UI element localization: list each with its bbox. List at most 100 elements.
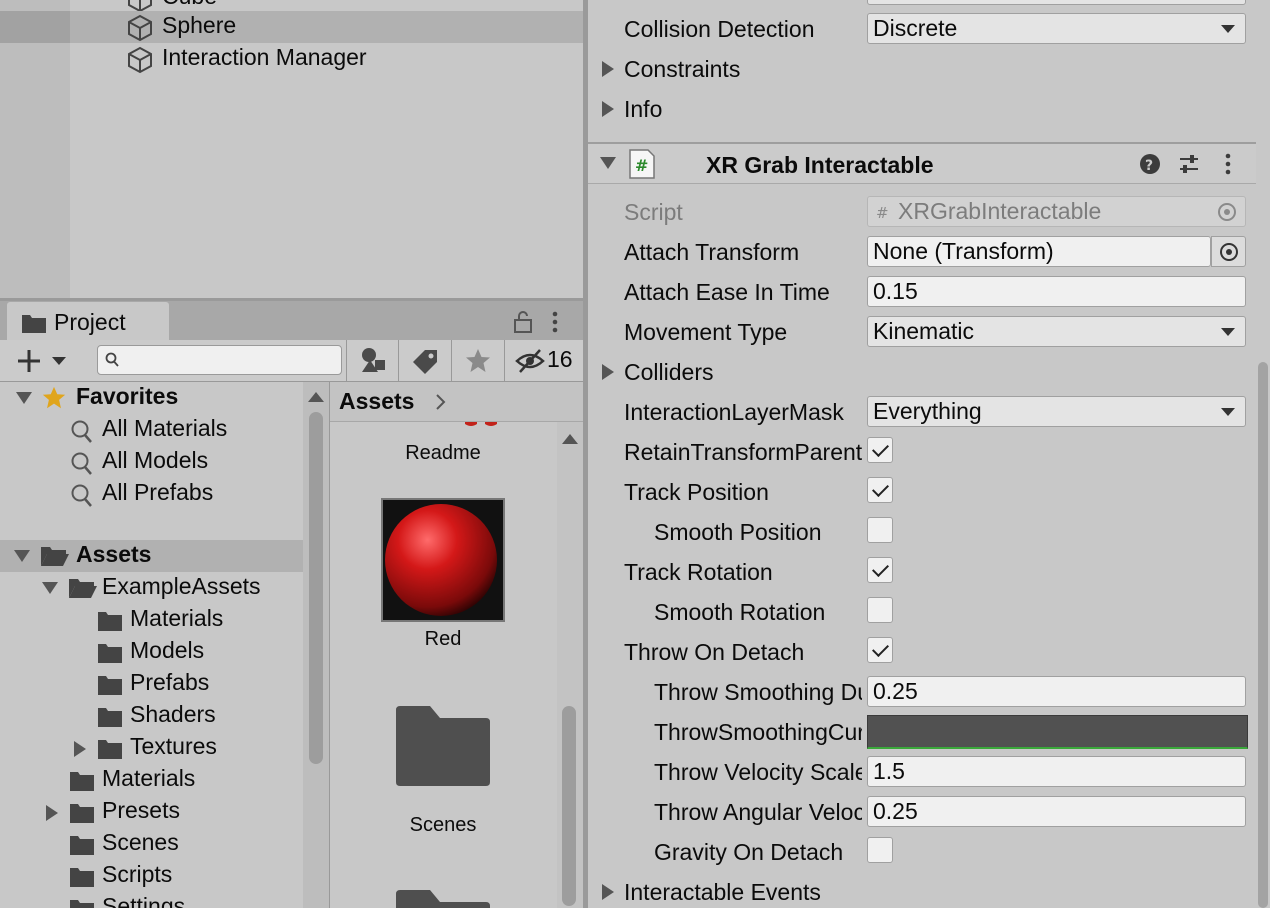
tab-project[interactable]: Project	[7, 302, 169, 342]
colliders-foldout[interactable]: Colliders	[588, 351, 1256, 391]
tree-folder[interactable]: Materials	[0, 764, 303, 796]
foldout-collapsed-icon[interactable]	[74, 741, 86, 757]
tree-scroll-thumb[interactable]	[309, 412, 323, 764]
property-label: Collision Detection	[624, 16, 815, 42]
throw-smoothing-duration-field[interactable]: 0.25	[867, 676, 1246, 707]
property-label: Throw Velocity Scale	[654, 759, 862, 785]
asset-item-red[interactable]	[381, 498, 505, 622]
breadcrumb-assets[interactable]: Assets	[339, 388, 414, 415]
movement-type-dropdown[interactable]: Kinematic	[867, 316, 1246, 347]
property-label: Throw On Detach	[624, 639, 805, 665]
tree-favorite-item[interactable]: All Prefabs	[0, 478, 303, 510]
tree-favorite-item[interactable]: All Models	[0, 446, 303, 478]
tree-favorites[interactable]: Favorites	[0, 382, 303, 414]
object-picker-button[interactable]	[1211, 236, 1246, 267]
smooth-rotation-checkbox[interactable]	[867, 597, 893, 623]
throw-angular-velocity-scale-row: Throw Angular Velocity Scale 0.25	[588, 791, 1256, 831]
presets-sliders-icon[interactable]	[1178, 152, 1200, 176]
attach-transform-field[interactable]: None (Transform)	[867, 236, 1211, 267]
foldout-expanded-icon[interactable]	[42, 582, 58, 594]
info-foldout[interactable]: Info	[588, 88, 1256, 128]
interaction-layer-mask-dropdown[interactable]: Everything	[867, 396, 1246, 427]
foldout-expanded-icon[interactable]	[600, 157, 616, 169]
folder-icon	[97, 610, 123, 632]
create-add-icon[interactable]	[14, 348, 72, 374]
foldout-collapsed-icon[interactable]	[46, 805, 58, 821]
foldout-expanded-icon[interactable]	[16, 392, 32, 404]
foldout-label: Info	[624, 96, 663, 122]
tree-folder[interactable]: Textures	[0, 732, 303, 764]
throw-angular-velocity-scale-field[interactable]: 0.25	[867, 796, 1246, 827]
lock-icon[interactable]	[512, 310, 534, 334]
material-sphere-preview-icon	[383, 500, 503, 620]
throw-on-detach-checkbox[interactable]	[867, 637, 893, 663]
foldout-collapsed-icon[interactable]	[602, 364, 614, 380]
tree-exampleassets[interactable]: ExampleAssets	[0, 572, 303, 604]
inspector-scrollbar[interactable]	[1256, 0, 1270, 908]
more-options-icon[interactable]	[548, 310, 562, 334]
scroll-up-arrow-icon[interactable]	[308, 392, 324, 402]
foldout-collapsed-icon[interactable]	[602, 61, 614, 77]
hierarchy-item-sphere[interactable]: Sphere	[0, 11, 583, 43]
foldout-expanded-icon[interactable]	[14, 550, 30, 562]
grid-scroll-thumb[interactable]	[562, 706, 576, 906]
tree-folder[interactable]: Materials	[0, 604, 303, 636]
search-by-label-button[interactable]	[398, 340, 451, 381]
component-menu-icon[interactable]	[1223, 152, 1233, 176]
tree-folder[interactable]: Models	[0, 636, 303, 668]
interactable-events-foldout[interactable]: Interactable Events	[588, 871, 1256, 908]
scroll-up-arrow-icon[interactable]	[562, 434, 578, 444]
asset-label-readme: Readme	[405, 442, 481, 464]
property-label: Script	[624, 199, 683, 225]
hierarchy-item-interaction-manager[interactable]: Interaction Manager	[0, 43, 583, 75]
attach-ease-in-time-field[interactable]: 0.15	[867, 276, 1246, 307]
tree-item-label: Presets	[102, 797, 180, 823]
gravity-on-detach-checkbox[interactable]	[867, 837, 893, 863]
tree-folder[interactable]: Scenes	[0, 828, 303, 860]
tree-scrollbar[interactable]	[303, 382, 329, 908]
interpolate-dropdown[interactable]	[867, 0, 1246, 5]
smooth-position-checkbox[interactable]	[867, 517, 893, 543]
folder-icon	[97, 674, 123, 696]
tree-assets[interactable]: Assets	[0, 540, 303, 572]
tree-item-label: Materials	[130, 605, 224, 631]
tree-folder[interactable]: Shaders	[0, 700, 303, 732]
folder-icon	[69, 898, 95, 908]
throw-velocity-scale-field[interactable]: 1.5	[867, 756, 1246, 787]
help-icon[interactable]: ?	[1139, 153, 1161, 175]
folder-open-icon	[68, 577, 98, 599]
tree-favorite-item[interactable]: All Materials	[0, 414, 303, 446]
asset-label-scenes: Scenes	[409, 814, 477, 836]
constraints-foldout[interactable]: Constraints	[588, 48, 1256, 88]
foldout-collapsed-icon[interactable]	[602, 884, 614, 900]
tree-folder[interactable]: Presets	[0, 796, 303, 828]
folder-asset-icon[interactable]	[394, 890, 492, 908]
foldout-label: Interactable Events	[624, 879, 821, 905]
favorites-filter-button[interactable]	[451, 340, 504, 381]
tree-item-label: Models	[130, 637, 205, 663]
hidden-packages-toggle[interactable]: 16	[504, 340, 583, 381]
foldout-collapsed-icon[interactable]	[602, 101, 614, 117]
search-by-type-button[interactable]	[346, 340, 398, 381]
smooth-rotation-row: Smooth Rotation	[588, 591, 1256, 631]
track-position-checkbox[interactable]	[867, 477, 893, 503]
grid-scrollbar[interactable]	[557, 422, 583, 908]
tree-item-label: Scripts	[102, 861, 173, 887]
retain-transform-parent-checkbox[interactable]	[867, 437, 893, 463]
component-title: XR Grab Interactable	[706, 152, 934, 178]
tree-folder[interactable]: Prefabs	[0, 668, 303, 700]
collision-detection-dropdown[interactable]: Discrete	[867, 13, 1246, 44]
inspector-scroll-thumb[interactable]	[1258, 362, 1268, 908]
asset-grid: Readme Red Scenes	[329, 382, 583, 908]
property-label: Smooth Position	[654, 519, 822, 545]
property-label: Gravity On Detach	[654, 839, 844, 865]
tree-folder[interactable]: Scripts	[0, 860, 303, 892]
property-label: InteractionLayerMask	[624, 399, 844, 425]
throw-smoothing-curve-field[interactable]	[867, 715, 1248, 749]
tree-folder[interactable]: Settings	[0, 892, 303, 908]
selection-indent-highlight	[0, 11, 70, 43]
component-header[interactable]: # XR Grab Interactable ?	[588, 142, 1256, 184]
search-input[interactable]	[97, 345, 342, 375]
folder-asset-icon[interactable]	[394, 706, 492, 788]
track-rotation-checkbox[interactable]	[867, 557, 893, 583]
